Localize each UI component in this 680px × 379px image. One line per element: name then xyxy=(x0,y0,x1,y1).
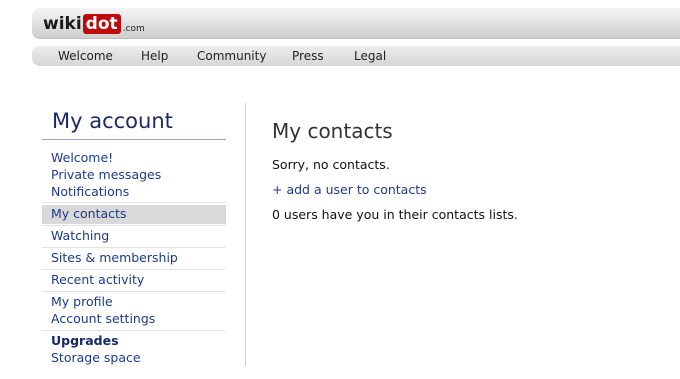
site-header: wiki dot .com xyxy=(32,8,680,39)
sidebar-item-private-messages[interactable]: Private messages xyxy=(51,167,161,183)
topnav-community[interactable]: Community xyxy=(197,49,266,63)
add-contact-link[interactable]: + add a user to contacts xyxy=(272,182,427,198)
sidebar-divider xyxy=(42,291,226,292)
sidebar-title-rule xyxy=(42,139,226,140)
sidebar-divider xyxy=(42,330,226,331)
sidebar-item-my-profile[interactable]: My profile xyxy=(51,294,113,310)
sidebar-divider xyxy=(42,269,226,270)
topnav-help[interactable]: Help xyxy=(141,49,168,63)
content-divider xyxy=(245,103,246,366)
logo-dot-text: dot xyxy=(82,14,121,34)
sidebar-item-notifications[interactable]: Notifications xyxy=(51,184,129,200)
top-navigation: Welcome Help Community Press Legal xyxy=(32,46,680,66)
wikidot-logo[interactable]: wiki dot .com xyxy=(43,14,145,39)
topnav-welcome[interactable]: Welcome xyxy=(58,49,113,63)
sidebar-item-account-settings[interactable]: Account settings xyxy=(51,311,155,327)
sidebar-title: My account xyxy=(52,109,173,133)
sidebar-item-welcome[interactable]: Welcome! xyxy=(51,150,113,166)
sidebar-item-my-contacts[interactable]: My contacts xyxy=(51,206,126,222)
sidebar-item-upgrades[interactable]: Upgrades xyxy=(51,333,119,349)
page: wiki dot .com Welcome Help Community Press… xyxy=(0,0,680,379)
reverse-contacts-count: 0 users have you in their contacts lists… xyxy=(272,207,518,222)
sidebar-divider xyxy=(42,225,226,226)
sidebar-divider xyxy=(42,247,226,248)
sidebar-divider xyxy=(42,202,226,203)
no-contacts-message: Sorry, no contacts. xyxy=(272,157,390,172)
sidebar-item-recent-activity[interactable]: Recent activity xyxy=(51,272,144,288)
sidebar-item-sites-membership[interactable]: Sites & membership xyxy=(51,250,178,266)
logo-wiki-text: wiki xyxy=(43,14,82,34)
sidebar-item-watching[interactable]: Watching xyxy=(51,228,109,244)
topnav-press[interactable]: Press xyxy=(292,49,324,63)
sidebar-item-storage-space[interactable]: Storage space xyxy=(51,350,141,366)
page-title: My contacts xyxy=(272,119,393,143)
topnav-legal[interactable]: Legal xyxy=(354,49,386,63)
logo-com-text: .com xyxy=(122,24,145,34)
